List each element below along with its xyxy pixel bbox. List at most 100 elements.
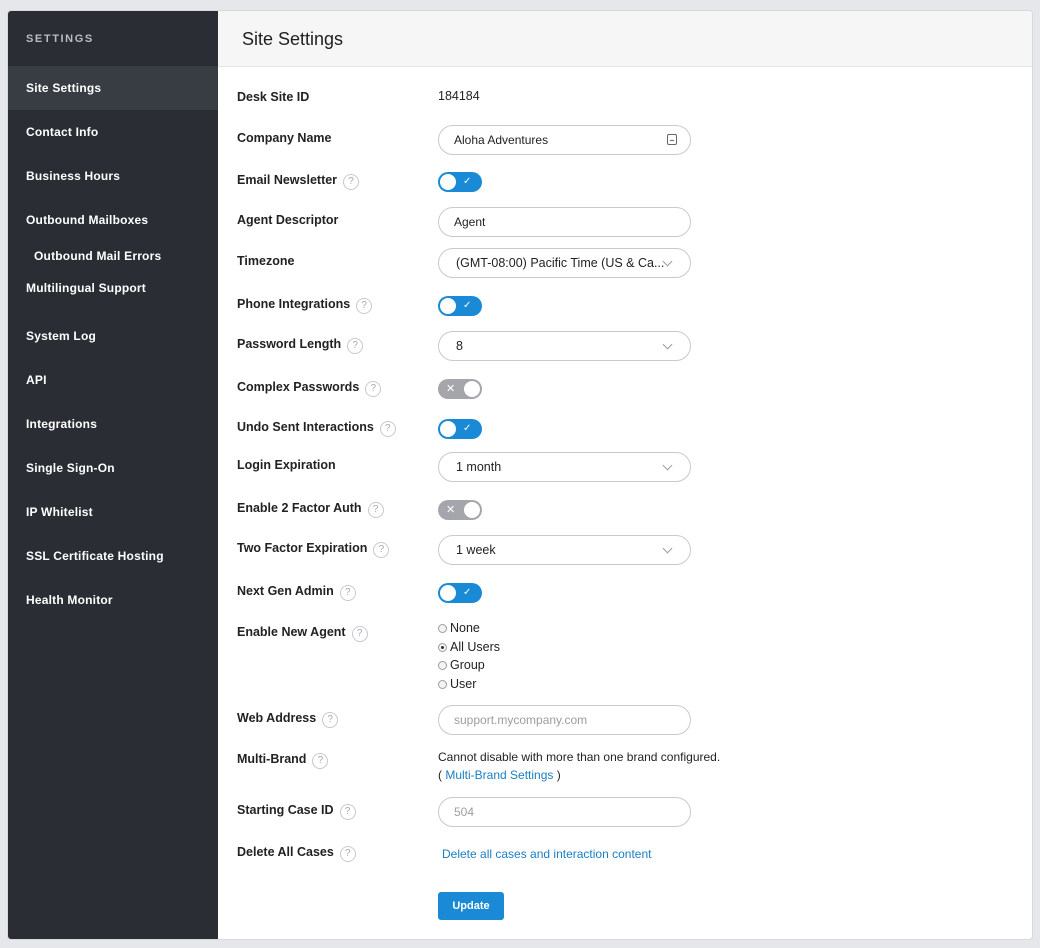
help-icon[interactable]: ? [367, 502, 384, 518]
row-phone-integrations: Phone Integrations? ✓ [218, 291, 1032, 321]
row-enable-new-agent: Enable New Agent? None All Users Group U… [218, 619, 1032, 699]
multi-brand-label: Multi-Brand [237, 752, 307, 766]
sidebar-item-single-sign-on[interactable]: Single Sign-On [8, 446, 218, 490]
check-icon: ✓ [463, 176, 472, 187]
password-length-select[interactable]: 8 [438, 331, 691, 361]
phone-integrations-toggle[interactable]: ✓ [438, 296, 482, 316]
sidebar-item-ip-whitelist[interactable]: IP Whitelist [8, 490, 218, 534]
agent-descriptor-label: Agent Descriptor [237, 213, 339, 227]
row-email-newsletter: Email Newsletter? ✓ [218, 167, 1032, 197]
timezone-label: Timezone [237, 254, 295, 268]
toggle-knob [464, 381, 480, 397]
sidebar-item-multilingual-support[interactable]: Multilingual Support [8, 270, 218, 314]
row-complex-passwords: Complex Passwords? ✕ [218, 374, 1032, 404]
password-length-label: Password Length [237, 337, 342, 351]
enable-new-agent-label: Enable New Agent [237, 625, 346, 639]
next-gen-admin-toggle[interactable]: ✓ [438, 583, 482, 603]
two-factor-expiration-label: Two Factor Expiration [237, 541, 368, 555]
help-icon[interactable]: ? [322, 712, 339, 728]
row-web-address: Web Address? support.mycompany.com [218, 705, 1032, 735]
sidebar-item-system-log[interactable]: System Log [8, 314, 218, 358]
help-icon[interactable]: ? [373, 542, 390, 558]
multi-brand-settings-link[interactable]: Multi-Brand Settings [445, 768, 553, 782]
x-icon: ✕ [446, 504, 456, 516]
help-icon[interactable]: ? [347, 338, 364, 354]
sidebar-item-api[interactable]: API [8, 358, 218, 402]
site-id-value: 184184 [438, 89, 480, 103]
timezone-value: (GMT-08:00) Pacific Time (US & Ca... [456, 256, 665, 270]
chevron-down-icon [662, 339, 673, 350]
row-login-expiration: Login Expiration 1 month [218, 452, 1032, 482]
help-icon[interactable]: ? [312, 753, 329, 769]
help-icon[interactable]: ? [339, 585, 356, 601]
next-gen-admin-label: Next Gen Admin [237, 584, 334, 598]
complex-passwords-toggle[interactable]: ✕ [438, 379, 482, 399]
radio-button[interactable] [438, 642, 447, 652]
check-icon: ✓ [463, 300, 472, 311]
row-site-id: Desk Site ID 184184 [218, 84, 1032, 114]
help-icon[interactable]: ? [339, 804, 356, 820]
toggle-knob [440, 585, 456, 601]
row-agent-descriptor: Agent Descriptor Agent [218, 207, 1032, 237]
two-factor-auth-toggle[interactable]: ✕ [438, 500, 482, 520]
page-title: Site Settings [242, 29, 344, 49]
chevron-down-icon [662, 543, 673, 554]
help-icon[interactable]: ? [343, 174, 360, 190]
multi-brand-info: Cannot disable with more than one brand … [438, 748, 720, 784]
email-newsletter-label: Email Newsletter [237, 173, 338, 187]
login-expiration-select[interactable]: 1 month [438, 452, 691, 482]
row-starting-case-id: Starting Case ID? 504 [218, 797, 1032, 827]
row-password-length: Password Length? 8 [218, 331, 1032, 361]
radio-option-all-users[interactable]: All Users [438, 638, 500, 657]
multi-brand-link-line: ( Multi-Brand Settings ) [438, 766, 720, 784]
sidebar-item-outbound-mail-errors[interactable]: Outbound Mail Errors [8, 242, 218, 270]
company-name-input[interactable]: Aloha Adventures [438, 125, 691, 155]
login-expiration-value: 1 month [456, 460, 502, 474]
two-factor-expiration-select[interactable]: 1 week [438, 535, 691, 565]
radio-button[interactable] [438, 679, 447, 689]
undo-sent-label: Undo Sent Interactions [237, 420, 374, 434]
row-delete-all-cases: Delete All Cases? Delete all cases and i… [218, 839, 1032, 869]
agent-descriptor-input[interactable]: Agent [438, 207, 691, 237]
help-icon[interactable]: ? [356, 298, 373, 314]
radio-label: Group [450, 658, 485, 672]
sidebar-item-integrations[interactable]: Integrations [8, 402, 218, 446]
update-button[interactable]: Update [438, 892, 504, 920]
delete-all-cases-link[interactable]: Delete all cases and interaction content [442, 847, 651, 861]
contact-card-icon[interactable] [667, 134, 677, 145]
two-factor-expiration-value: 1 week [456, 543, 496, 557]
radio-label: None [450, 621, 480, 635]
sidebar-item-business-hours[interactable]: Business Hours [8, 154, 218, 198]
help-icon[interactable]: ? [379, 421, 396, 437]
toggle-knob [464, 502, 480, 518]
toggle-knob [440, 174, 456, 190]
sidebar-item-outbound-mailboxes[interactable]: Outbound Mailboxes [8, 198, 218, 242]
password-length-value: 8 [456, 339, 463, 353]
undo-sent-toggle[interactable]: ✓ [438, 419, 482, 439]
help-icon[interactable]: ? [339, 846, 356, 862]
check-icon: ✓ [463, 587, 472, 598]
sidebar-item-ssl-certificate-hosting[interactable]: SSL Certificate Hosting [8, 534, 218, 578]
row-multi-brand: Multi-Brand? Cannot disable with more th… [218, 746, 1032, 786]
row-actions: Update [218, 892, 1032, 922]
app-window: SETTINGS Site Settings Contact Info Busi… [8, 11, 1032, 939]
help-icon[interactable]: ? [365, 381, 382, 397]
timezone-select[interactable]: (GMT-08:00) Pacific Time (US & Ca... [438, 248, 691, 278]
login-expiration-label: Login Expiration [237, 458, 336, 472]
radio-button[interactable] [438, 624, 447, 633]
radio-label: All Users [450, 639, 501, 654]
help-icon[interactable]: ? [351, 626, 368, 642]
radio-option-group[interactable]: Group [438, 656, 500, 675]
sidebar-item-health-monitor[interactable]: Health Monitor [8, 578, 218, 622]
company-name-label: Company Name [237, 131, 332, 145]
radio-option-user[interactable]: User [438, 675, 500, 694]
radio-button[interactable] [438, 661, 447, 670]
radio-option-none[interactable]: None [438, 619, 500, 638]
check-icon: ✓ [463, 423, 472, 434]
sidebar-item-contact-info[interactable]: Contact Info [8, 110, 218, 154]
email-newsletter-toggle[interactable]: ✓ [438, 172, 482, 192]
sidebar-item-site-settings[interactable]: Site Settings [8, 66, 218, 110]
web-address-input[interactable]: support.mycompany.com [438, 705, 691, 735]
starting-case-id-input[interactable]: 504 [438, 797, 691, 827]
toggle-knob [440, 298, 456, 314]
